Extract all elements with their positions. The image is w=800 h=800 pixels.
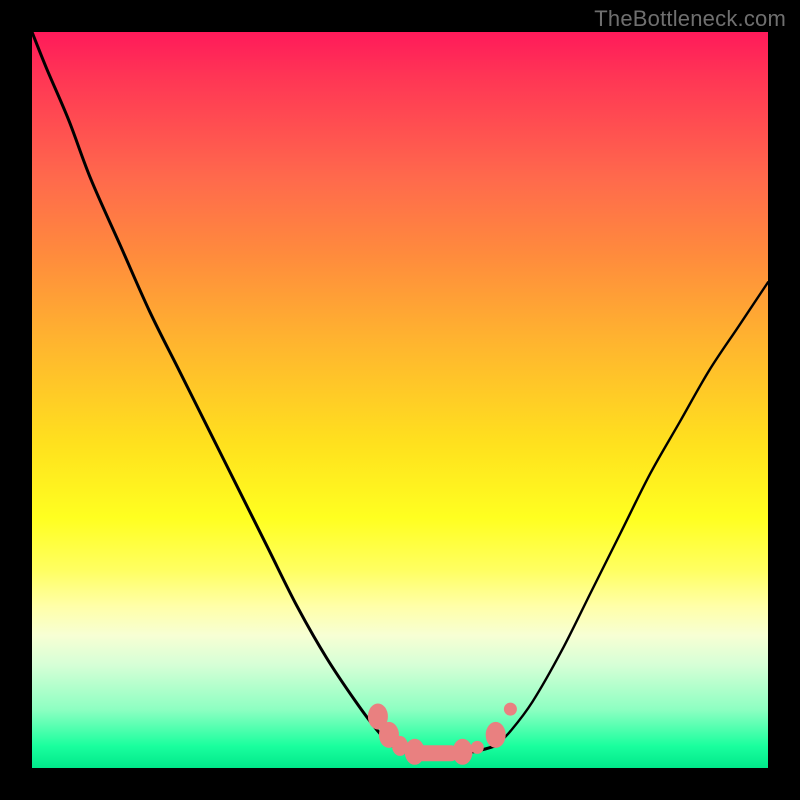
chart-plot-area <box>32 32 768 768</box>
marker-8 <box>504 703 517 716</box>
watermark-text: TheBottleneck.com <box>594 6 786 32</box>
marker-5 <box>453 739 473 765</box>
chart-markers <box>368 703 517 765</box>
marker-6 <box>471 741 484 754</box>
marker-7 <box>486 722 506 748</box>
series-right-curve <box>496 282 768 746</box>
series-left-curve <box>32 32 393 746</box>
marker-4 <box>415 745 459 761</box>
chart-overlay-svg <box>32 32 768 768</box>
chart-curves <box>32 32 768 754</box>
